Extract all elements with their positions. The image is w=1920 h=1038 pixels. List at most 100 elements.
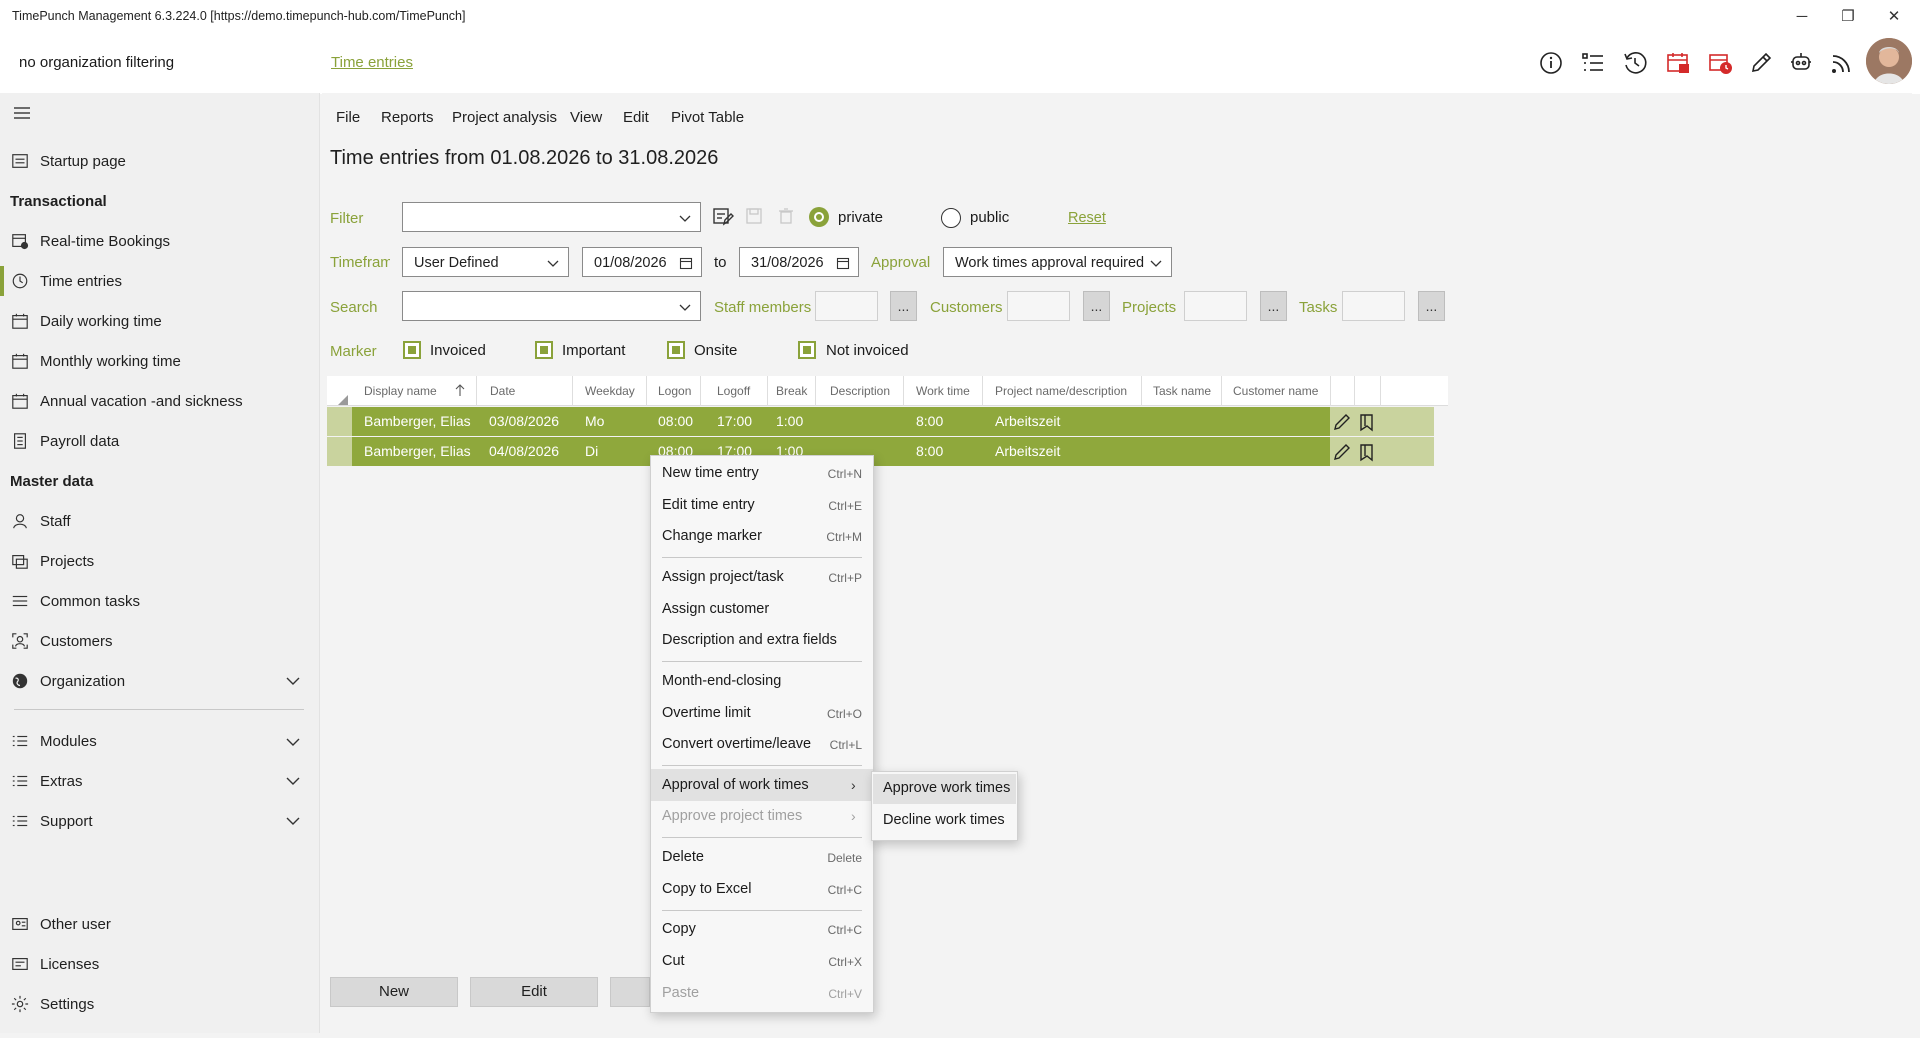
- menu-paste[interactable]: Paste: [662, 985, 699, 1001]
- history-icon[interactable]: [1620, 48, 1650, 78]
- trash-icon[interactable]: [777, 207, 795, 225]
- row-header[interactable]: [327, 407, 352, 436]
- menu-change-marker[interactable]: Change marker: [662, 528, 762, 544]
- table-row[interactable]: Bamberger, Elias 03/08/2026 Mo 08:00 17:…: [327, 407, 1434, 436]
- menu-approve-work-times[interactable]: Approve work times: [883, 780, 1010, 796]
- user-avatar[interactable]: [1866, 38, 1912, 84]
- select-all-corner[interactable]: [338, 392, 348, 405]
- staff-members-field[interactable]: [815, 291, 878, 321]
- calendar-icon[interactable]: [836, 256, 850, 270]
- col-logoff[interactable]: Logoff: [717, 376, 750, 406]
- menu-decline-work-times[interactable]: Decline work times: [883, 812, 1005, 828]
- sidebar-item-settings[interactable]: Settings: [10, 990, 94, 1018]
- reset-link[interactable]: Reset: [1068, 210, 1106, 226]
- menu-approve-project-times[interactable]: Approve project times: [662, 808, 802, 824]
- menu-copy-to-excel[interactable]: Copy to Excel: [662, 881, 751, 897]
- staff-members-picker-button[interactable]: ...: [890, 291, 917, 321]
- sidebar-item-common-tasks[interactable]: Common tasks: [10, 587, 140, 615]
- close-button[interactable]: ✕: [1871, 0, 1917, 32]
- robot-icon[interactable]: [1786, 48, 1816, 78]
- date-to-field[interactable]: 31/08/2026: [739, 247, 859, 277]
- public-radio[interactable]: [941, 208, 961, 228]
- date-from-field[interactable]: 01/08/2026: [582, 247, 702, 277]
- col-display-name[interactable]: Display name: [364, 376, 437, 406]
- table-row[interactable]: Bamberger, Elias 04/08/2026 Di 08:00 17:…: [327, 437, 1434, 466]
- breadcrumb-time-entries[interactable]: Time entries: [331, 54, 413, 71]
- private-radio[interactable]: [809, 207, 829, 227]
- filter-select[interactable]: [402, 202, 701, 232]
- sidebar-item-organization[interactable]: Organization: [10, 667, 125, 695]
- calendar-icon[interactable]: [679, 256, 693, 270]
- menu-assign-project-task[interactable]: Assign project/task: [662, 569, 784, 585]
- sidebar-item-extras[interactable]: Extras: [10, 767, 83, 795]
- search-select[interactable]: [402, 291, 701, 321]
- hamburger-icon[interactable]: [12, 104, 34, 122]
- menu-convert-overtime-leave[interactable]: Convert overtime/leave: [662, 736, 811, 752]
- customers-picker-button[interactable]: ...: [1083, 291, 1110, 321]
- menu-project-analysis[interactable]: Project analysis: [452, 109, 557, 126]
- sort-ascending-icon[interactable]: [454, 383, 466, 397]
- col-task-name[interactable]: Task name: [1153, 376, 1211, 406]
- sidebar-item-support[interactable]: Support: [10, 807, 93, 835]
- bookmark-icon[interactable]: [1358, 412, 1376, 432]
- col-date[interactable]: Date: [490, 376, 515, 406]
- sidebar-item-annual-vacation[interactable]: Annual vacation -and sickness: [10, 387, 243, 415]
- sidebar-item-staff[interactable]: Staff: [10, 507, 71, 535]
- menu-pivot-table[interactable]: Pivot Table: [671, 109, 744, 126]
- menu-month-end-closing[interactable]: Month-end-closing: [662, 673, 781, 689]
- sidebar-item-projects[interactable]: Projects: [10, 547, 94, 575]
- chevron-down-icon[interactable]: [284, 672, 302, 690]
- col-logon[interactable]: Logon: [658, 376, 691, 406]
- third-button[interactable]: [610, 977, 650, 1007]
- new-button[interactable]: New: [330, 977, 458, 1007]
- sidebar-item-monthly-working-time[interactable]: Monthly working time: [10, 347, 181, 375]
- chevron-down-icon[interactable]: [284, 812, 302, 830]
- projects-picker-button[interactable]: ...: [1260, 291, 1287, 321]
- menu-view[interactable]: View: [570, 109, 602, 126]
- calendar-clock-icon[interactable]: [1705, 48, 1735, 78]
- sidebar-item-realtime-bookings[interactable]: Real-time Bookings: [10, 227, 170, 255]
- calendar-export-icon[interactable]: [1663, 48, 1693, 78]
- menu-copy[interactable]: Copy: [662, 921, 696, 937]
- col-customer-name[interactable]: Customer name: [1233, 376, 1318, 406]
- minimize-button[interactable]: ─: [1779, 0, 1825, 32]
- col-work-time[interactable]: Work time: [916, 376, 970, 406]
- sidebar-item-time-entries[interactable]: Time entries: [10, 267, 122, 295]
- col-description[interactable]: Description: [830, 376, 890, 406]
- floppy-disk-icon[interactable]: [745, 207, 763, 225]
- menu-edit[interactable]: Edit: [623, 109, 649, 126]
- edit-pencil-icon[interactable]: [1332, 412, 1352, 432]
- approval-select[interactable]: Work times approval required: [943, 247, 1172, 277]
- sidebar-item-daily-working-time[interactable]: Daily working time: [10, 307, 162, 335]
- important-checkbox[interactable]: [535, 341, 553, 359]
- menu-edit-time-entry[interactable]: Edit time entry: [662, 497, 755, 513]
- menu-delete[interactable]: Delete: [662, 849, 704, 865]
- customers-field[interactable]: [1007, 291, 1070, 321]
- save-filter-icon[interactable]: [712, 205, 734, 227]
- edit-pencil-icon[interactable]: [1332, 442, 1352, 462]
- restore-button[interactable]: ❐: [1825, 0, 1871, 32]
- menu-new-time-entry[interactable]: New time entry: [662, 465, 759, 481]
- task-list-icon[interactable]: [1578, 48, 1608, 78]
- tasks-picker-button[interactable]: ...: [1418, 291, 1445, 321]
- sidebar-item-customers[interactable]: Customers: [10, 627, 113, 655]
- sidebar-item-licenses[interactable]: Licenses: [10, 950, 99, 978]
- menu-description-extra-fields[interactable]: Description and extra fields: [662, 632, 837, 648]
- sidebar-item-startup[interactable]: Startup page: [10, 147, 126, 175]
- onsite-checkbox[interactable]: [667, 341, 685, 359]
- pencil-icon[interactable]: [1746, 48, 1776, 78]
- projects-field[interactable]: [1184, 291, 1247, 321]
- col-project-name[interactable]: Project name/description: [995, 376, 1127, 406]
- organization-filter[interactable]: no organization filtering: [19, 54, 174, 71]
- menu-cut[interactable]: Cut: [662, 953, 685, 969]
- rss-feed-icon[interactable]: [1827, 48, 1857, 78]
- invoiced-checkbox[interactable]: [403, 341, 421, 359]
- menu-approval-of-work-times[interactable]: Approval of work times: [662, 777, 809, 793]
- sidebar-item-payroll-data[interactable]: Payroll data: [10, 427, 119, 455]
- chevron-down-icon[interactable]: [284, 772, 302, 790]
- bookmark-icon[interactable]: [1358, 442, 1376, 462]
- menu-file[interactable]: File: [336, 109, 360, 126]
- info-icon[interactable]: [1536, 48, 1566, 78]
- tasks-field[interactable]: [1342, 291, 1405, 321]
- menu-reports[interactable]: Reports: [381, 109, 434, 126]
